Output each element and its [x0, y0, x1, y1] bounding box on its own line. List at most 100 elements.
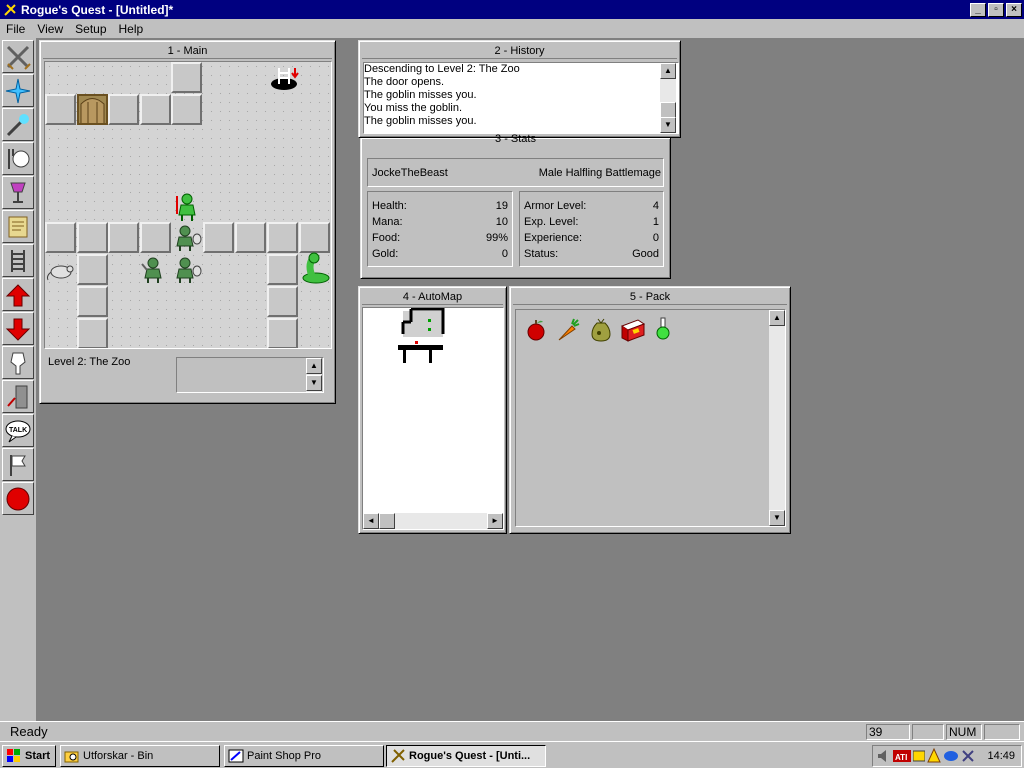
- descend-icon[interactable]: [2, 312, 34, 345]
- potion-icon[interactable]: [654, 316, 672, 342]
- wall-tile: [171, 62, 202, 93]
- windows-logo-icon: [6, 748, 22, 764]
- scroll-left-button[interactable]: ◄: [363, 513, 379, 529]
- scroll-thumb[interactable]: [660, 102, 676, 118]
- wall-tile: [140, 222, 171, 253]
- automap-view[interactable]: ◄ ►: [362, 307, 504, 530]
- snake-icon[interactable]: [301, 252, 331, 284]
- scroll-down-button[interactable]: ▼: [660, 117, 676, 133]
- left-toolbar: TALK: [0, 38, 37, 721]
- experience-panel: Armor Level: 4 Exp. Level: 1 Experience: 0 …: [519, 191, 664, 267]
- carrot-icon[interactable]: [556, 318, 580, 342]
- pack-scrollbar[interactable]: ▲ ▼: [769, 310, 785, 526]
- character-name: JockeTheBeast: [372, 167, 448, 179]
- exp-level-value: 1: [652, 216, 659, 228]
- pack-contents[interactable]: ▲ ▼: [515, 309, 786, 527]
- network-icon[interactable]: [943, 749, 959, 766]
- player-icon[interactable]: [173, 192, 201, 222]
- pack-window[interactable]: 5 - Pack ▲ ▼: [509, 286, 791, 534]
- sack-icon[interactable]: [588, 316, 614, 342]
- magic-icon[interactable]: [2, 74, 34, 107]
- wall-tile: [77, 222, 108, 253]
- pack-window-title: 5 - Pack: [513, 290, 787, 305]
- wall-tile: [77, 254, 108, 285]
- scroll-up-button[interactable]: ▲: [306, 358, 322, 374]
- open-icon[interactable]: [2, 380, 34, 413]
- goblin-icon[interactable]: [173, 224, 203, 252]
- history-window-title: 2 - History: [362, 44, 677, 59]
- taskbar-item-roguesquest[interactable]: Rogue's Quest - [Unti...: [386, 745, 546, 767]
- history-window[interactable]: 2 - History Descending to Level 2: The Z…: [358, 40, 681, 138]
- message-scrollbar[interactable]: ▲ ▼: [306, 358, 322, 392]
- stairs-down-icon[interactable]: [270, 64, 302, 92]
- dungeon-map[interactable]: [44, 61, 332, 349]
- status-text: Ready: [10, 724, 48, 739]
- wear-icon[interactable]: [2, 346, 34, 379]
- rat-icon[interactable]: [45, 260, 77, 282]
- mana-value: 10: [495, 216, 508, 228]
- window-title: Rogue's Quest - [Untitled]*: [21, 2, 174, 17]
- wall-tile: [267, 286, 298, 317]
- menu-setup[interactable]: Setup: [69, 22, 112, 36]
- scroll-up-button[interactable]: ▲: [769, 310, 785, 326]
- armor-value: 4: [652, 200, 659, 212]
- menu-view[interactable]: View: [31, 22, 69, 36]
- app-icon[interactable]: [2, 2, 18, 18]
- close-button[interactable]: ×: [1006, 2, 1022, 17]
- minimize-button[interactable]: _: [970, 2, 986, 17]
- main-window[interactable]: 1 - Main Level 2: The Zoo ▲ ▼: [39, 40, 336, 404]
- taskbar-item-explorer[interactable]: Utforskar - Bin: [60, 745, 220, 767]
- restore-button[interactable]: ▫: [988, 2, 1004, 17]
- vitals-panel: Health: 19 Mana: 10 Food: 99% Gold: 0: [367, 191, 513, 267]
- stat-label: Armor Level:: [524, 200, 587, 212]
- history-line: Descending to Level 2: The Zoo: [364, 63, 520, 75]
- history-line: The goblin misses you.: [364, 89, 477, 101]
- status-pane-extra: [984, 724, 1020, 740]
- stats-window-title: 3 - Stats: [495, 134, 536, 144]
- status-pane-count: 39: [866, 724, 910, 740]
- history-log: Descending to Level 2: The Zoo The door …: [363, 62, 679, 134]
- scroll-thumb[interactable]: [379, 513, 395, 529]
- goblin-icon[interactable]: [173, 256, 203, 284]
- menu-file[interactable]: File: [0, 22, 31, 36]
- climb-icon[interactable]: [2, 244, 34, 277]
- eat-icon[interactable]: [2, 142, 34, 175]
- scroll-up-button[interactable]: ▲: [660, 63, 676, 79]
- wand-icon[interactable]: [2, 108, 34, 141]
- automap-drawing: [398, 308, 445, 363]
- book-icon[interactable]: [620, 318, 646, 342]
- status-pane-blank: [912, 724, 944, 740]
- scroll-down-button[interactable]: ▼: [306, 375, 322, 391]
- stat-label: Food:: [372, 232, 401, 244]
- scroll-down-button[interactable]: ▼: [769, 510, 785, 526]
- wall-tile: [171, 94, 202, 125]
- svg-text:TALK: TALK: [9, 427, 27, 434]
- warning-icon[interactable]: [927, 747, 941, 767]
- stats-window[interactable]: 3 - Stats JockeTheBeast Male Halfling Ba…: [360, 134, 671, 279]
- speaker-icon[interactable]: [877, 749, 889, 766]
- automap-hscrollbar[interactable]: ◄ ►: [363, 513, 503, 529]
- drink-icon[interactable]: [2, 176, 34, 209]
- scroll-right-button[interactable]: ►: [487, 513, 503, 529]
- read-icon[interactable]: [2, 210, 34, 243]
- fight-icon[interactable]: [2, 40, 34, 73]
- wall-tile: [267, 222, 298, 253]
- automap-window[interactable]: 4 - AutoMap ◄ ►: [358, 286, 507, 534]
- tools-icon[interactable]: [961, 749, 975, 766]
- apple-icon[interactable]: [524, 318, 548, 342]
- stop-icon[interactable]: [2, 482, 34, 515]
- keyboard-icon[interactable]: [912, 749, 926, 766]
- flag-icon[interactable]: [2, 448, 34, 481]
- start-button[interactable]: Start: [2, 745, 56, 767]
- taskbar-item-paintshop[interactable]: Paint Shop Pro: [224, 745, 384, 767]
- ascend-icon[interactable]: [2, 278, 34, 311]
- goblin-icon[interactable]: [141, 256, 171, 284]
- taskbar-item-label: Paint Shop Pro: [247, 750, 321, 762]
- door-icon[interactable]: [77, 94, 108, 125]
- wall-tile: [77, 286, 108, 317]
- menu-help[interactable]: Help: [113, 22, 150, 36]
- talk-icon[interactable]: TALK: [2, 414, 34, 447]
- ati-icon[interactable]: ATI: [893, 749, 911, 766]
- history-scrollbar[interactable]: ▲ ▼: [660, 63, 676, 133]
- wall-tile: [235, 222, 266, 253]
